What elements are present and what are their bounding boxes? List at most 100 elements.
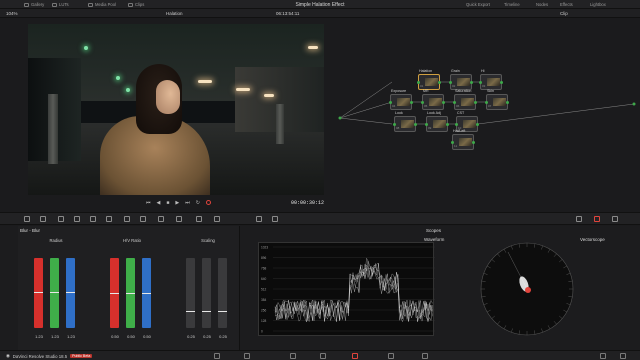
waveform-trace: 1023 896 768 640 512 384 256 128 0 [261,246,435,334]
palette-tool-icon[interactable] [40,216,46,222]
palette-tool-icon[interactable] [612,216,618,222]
blur-slider[interactable] [126,258,135,328]
palette-tool-icon[interactable] [58,216,64,222]
page-nav-icon[interactable] [620,353,626,359]
skip-back-icon[interactable]: ⏮ [146,200,151,206]
palette-tool-icon[interactable] [106,216,112,222]
video-viewer[interactable] [28,24,324,195]
blur-slider[interactable] [50,258,59,328]
palette-tool-icon[interactable] [124,216,130,222]
page-nav-icon[interactable] [422,353,428,359]
tab-nodes[interactable]: Nodes [536,2,548,7]
palette-tool-icon[interactable] [24,216,30,222]
node-look[interactable]: Look 08 [393,111,417,132]
blur-slider[interactable] [34,258,43,328]
vectorscope-label[interactable]: Vectorscope [580,237,605,242]
tab-label: Timeline [504,2,520,7]
viewer-pillar [276,104,284,144]
palette-tool-icon[interactable] [256,216,262,222]
blur-slider[interactable] [142,258,151,328]
page-nav-icon[interactable] [214,353,220,359]
palette-tool-icon[interactable] [176,216,182,222]
node-thumbnail [397,98,410,106]
graph-output [632,102,636,106]
node-output-port[interactable] [446,123,449,126]
blur-value: 0.25 [203,334,211,339]
palette-tool-icon[interactable] [272,216,278,222]
node-exposure[interactable]: Exposure 04 [389,89,413,110]
footer-bar: ◉ DaVinci Resolve Studio 18.5 Public Bet… [0,350,640,360]
page-nav-icon[interactable] [388,353,394,359]
node-saturation[interactable]: Saturation 06 [453,89,477,110]
blur-group-label: H/V Ratio [123,238,141,243]
waveform-scale-label: 1023 [261,246,268,250]
node-hi[interactable]: Hi 03 [479,69,503,90]
palette-tool-icon[interactable] [140,216,146,222]
node-output-port[interactable] [506,101,509,104]
node-mode-dropdown[interactable]: Clip [560,11,568,16]
tab-lightbox[interactable]: Lightbox [590,2,606,7]
subject-face [156,80,180,114]
vectorscope [480,242,574,336]
node-label: Hal/Left [453,129,466,133]
node-thumbnail [425,78,438,86]
page-nav-icon[interactable] [320,353,326,359]
node-thumbnail [457,78,470,86]
page-nav-icon[interactable] [600,353,606,359]
palette-tool-icon[interactable] [214,216,220,222]
palette-tool-icon[interactable] [158,216,164,222]
node-mr[interactable]: MR 05 [421,89,445,110]
node-output-port[interactable] [474,101,477,104]
stop-icon[interactable]: ■ [166,200,169,206]
skip-forward-icon[interactable]: ⏭ [185,200,190,206]
palette-tool-icon[interactable] [576,216,582,222]
node-look-adj[interactable]: Look Adj 09 [425,111,449,132]
page-nav-icon[interactable] [352,353,358,359]
node-output-port[interactable] [414,123,417,126]
node-output-port[interactable] [472,141,475,144]
node-output-port[interactable] [476,123,479,126]
node-grain[interactable]: Grain 02 [449,69,473,90]
record-icon[interactable] [205,200,211,205]
node-output-port[interactable] [410,101,413,104]
waveform-path [274,262,433,322]
tab-timeline[interactable]: Timeline [504,2,520,7]
tab-label: Quick Export [466,2,490,7]
tab-quick-export[interactable]: Quick Export [466,2,490,7]
zoom-level[interactable]: 104% [6,11,18,16]
tab-effects[interactable]: Effects [560,2,573,7]
node-output-port[interactable] [442,101,445,104]
step-back-icon[interactable]: ◀ [157,200,161,206]
node-output-port[interactable] [470,81,473,84]
blur-panel-title: Blur - Blur [20,228,41,233]
blur-slider[interactable] [218,258,227,328]
page-nav-icon[interactable] [244,353,250,359]
slider-marker [202,311,211,312]
play-icon[interactable]: ▶ [175,200,179,206]
node-output-port[interactable] [500,81,503,84]
blur-value: 0.25 [187,334,195,339]
waveform-scale-label: 0 [261,330,263,334]
loop-icon[interactable]: ↻ [196,200,200,206]
palette-tool-icon[interactable] [74,216,80,222]
palette-tool-icon[interactable] [594,216,600,222]
node-hal-left[interactable]: Hal/Left 11 [451,129,475,150]
node-halation[interactable]: Halation 01 [417,69,441,90]
vectorscope-trace-accent [525,287,531,293]
node-skin[interactable]: Skin 07 [485,89,509,110]
palette-tool-icon[interactable] [90,216,96,222]
blur-value: 1.23 [67,334,75,339]
beta-badge: Public Beta [70,354,93,358]
blur-slider[interactable] [202,258,211,328]
node-graph[interactable]: Halation 01 Grain 02 Hi 03 Exposure 04 MR 05 Satur… [332,18,640,213]
blur-slider[interactable] [66,258,75,328]
tab-label: Effects [560,2,573,7]
waveform-scale-label: 640 [261,277,267,281]
app-brand: DaVinci Resolve Studio 18.5 [12,353,68,359]
page-nav-icon[interactable] [290,353,296,359]
blur-slider[interactable] [110,258,119,328]
node-output-port[interactable] [438,81,441,84]
blur-slider[interactable] [186,258,195,328]
node-number: 02 [452,84,456,88]
palette-tool-icon[interactable] [196,216,202,222]
